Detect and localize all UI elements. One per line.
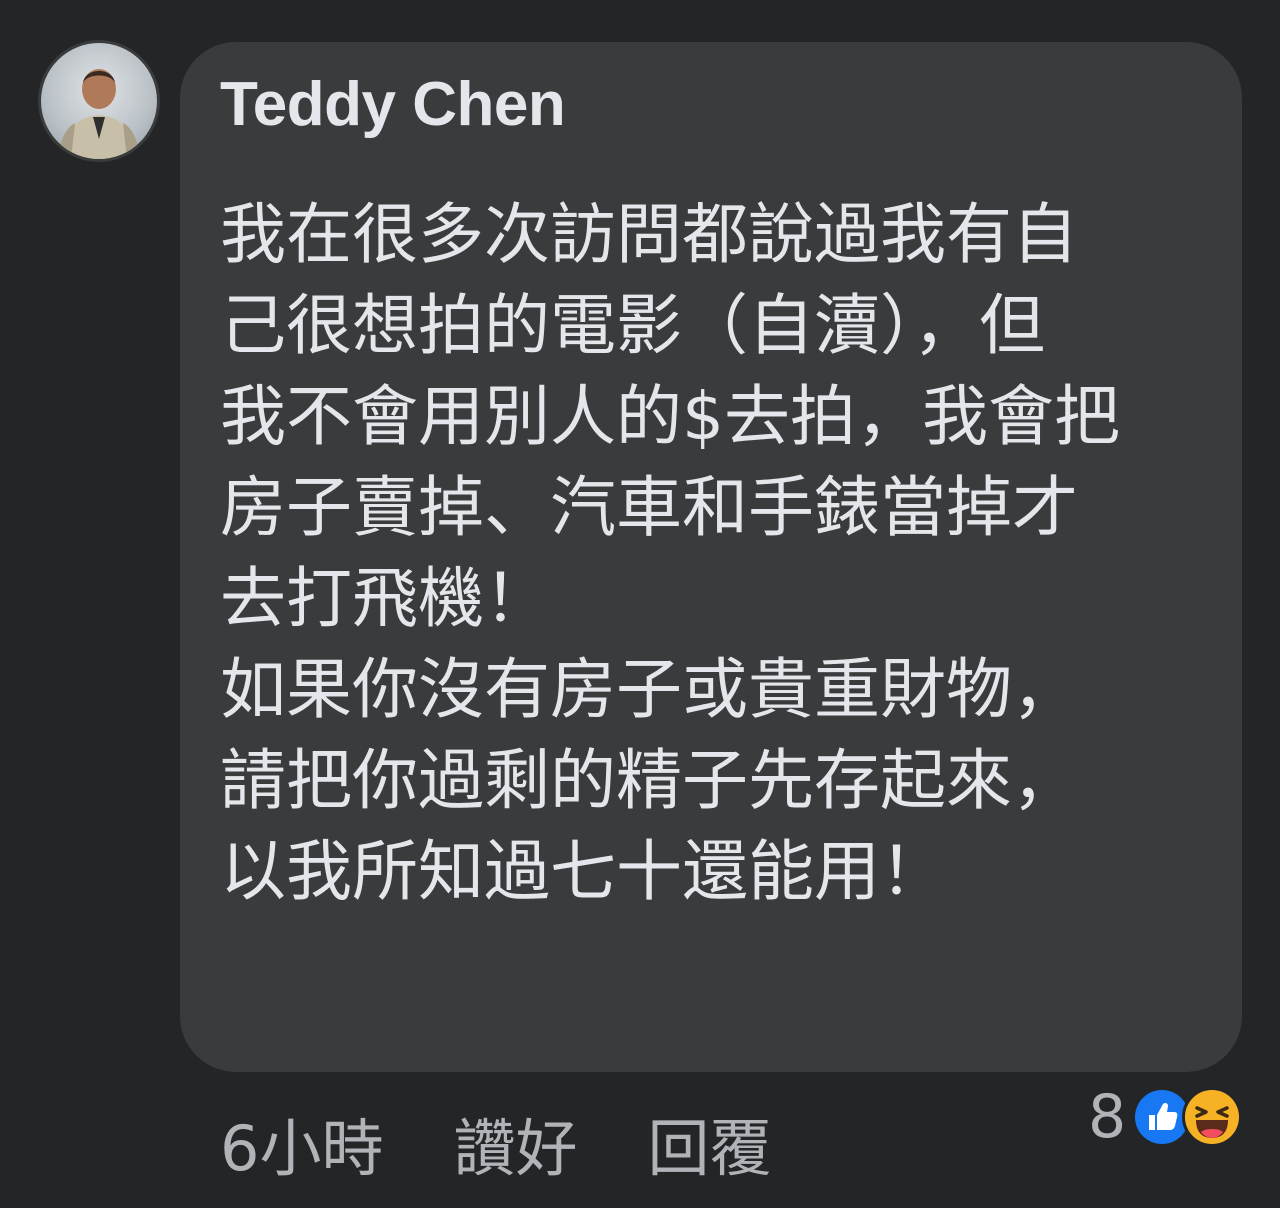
haha-icon [1182,1087,1243,1147]
reply-button[interactable]: 回覆 [647,1098,771,1188]
like-button[interactable]: 讚好 [453,1098,577,1188]
comment-actions-bar: 6小時 讚好 回覆 [220,1108,841,1185]
reactions-summary[interactable]: 8 [1088,1082,1243,1152]
avatar-person-image [59,69,139,159]
comment-bubble: Teddy Chen 我在很多次訪問都說過我有自 己很想拍的電影（自瀆），但 我… [180,42,1242,1072]
comment-author-name[interactable]: Teddy Chen [220,70,566,140]
comment-text: 我在很多次訪問都說過我有自 己很想拍的電影（自瀆），但 我不會用別人的$去拍，我… [220,178,1212,928]
reaction-count: 8 [1088,1082,1127,1152]
avatar[interactable] [38,40,160,162]
comment-timestamp[interactable]: 6小時 [220,1098,383,1188]
